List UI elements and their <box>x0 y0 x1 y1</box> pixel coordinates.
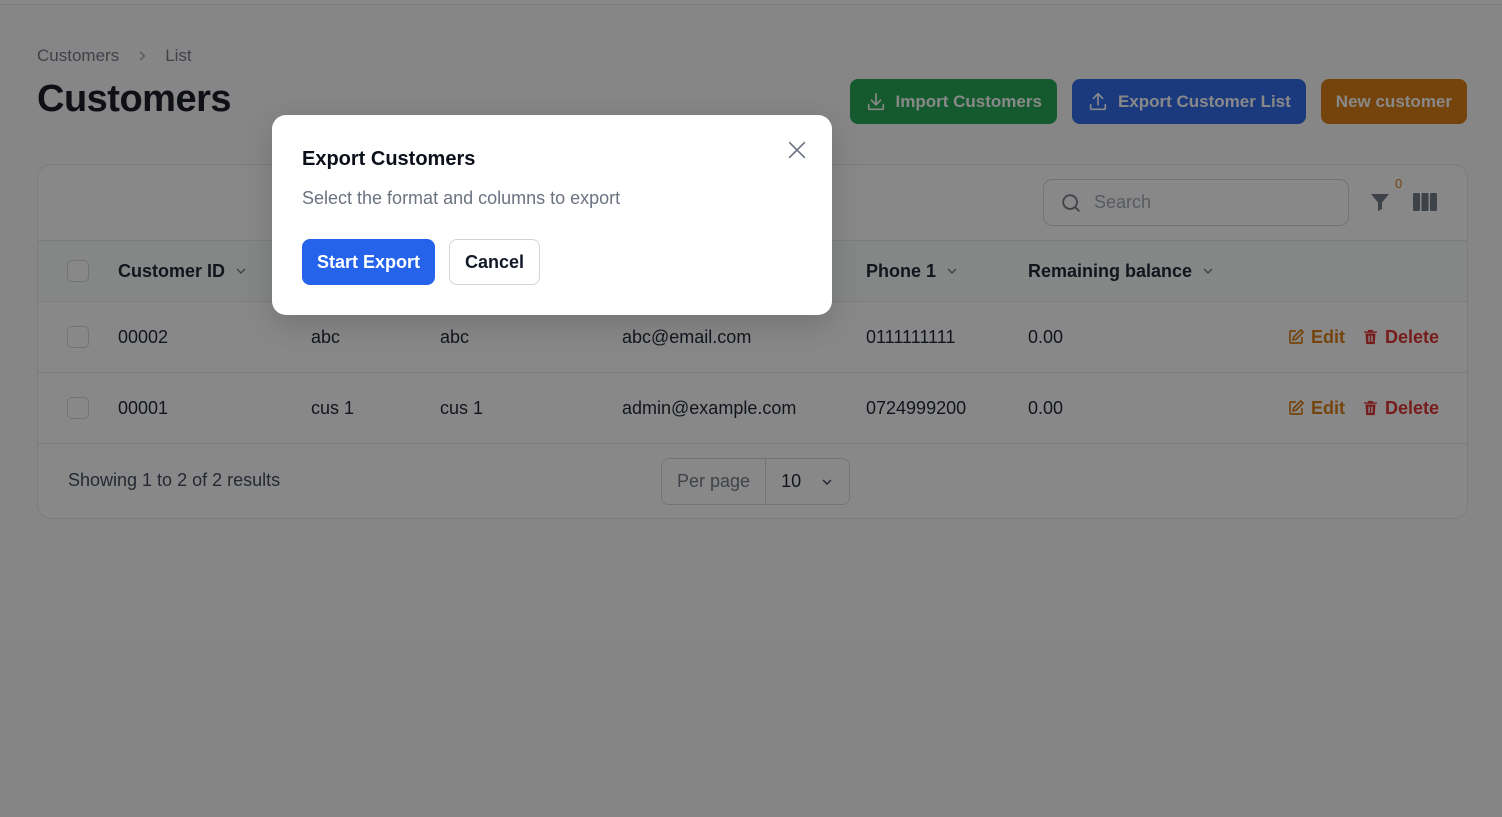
close-icon[interactable] <box>784 137 810 163</box>
cancel-button[interactable]: Cancel <box>449 239 541 285</box>
start-export-button[interactable]: Start Export <box>302 239 436 285</box>
modal-actions: Start Export Cancel <box>302 239 541 285</box>
modal-title: Export Customers <box>302 148 476 170</box>
modal-description: Select the format and columns to export <box>302 188 621 208</box>
export-customers-modal: Export Customers Select the format and c… <box>272 115 832 315</box>
